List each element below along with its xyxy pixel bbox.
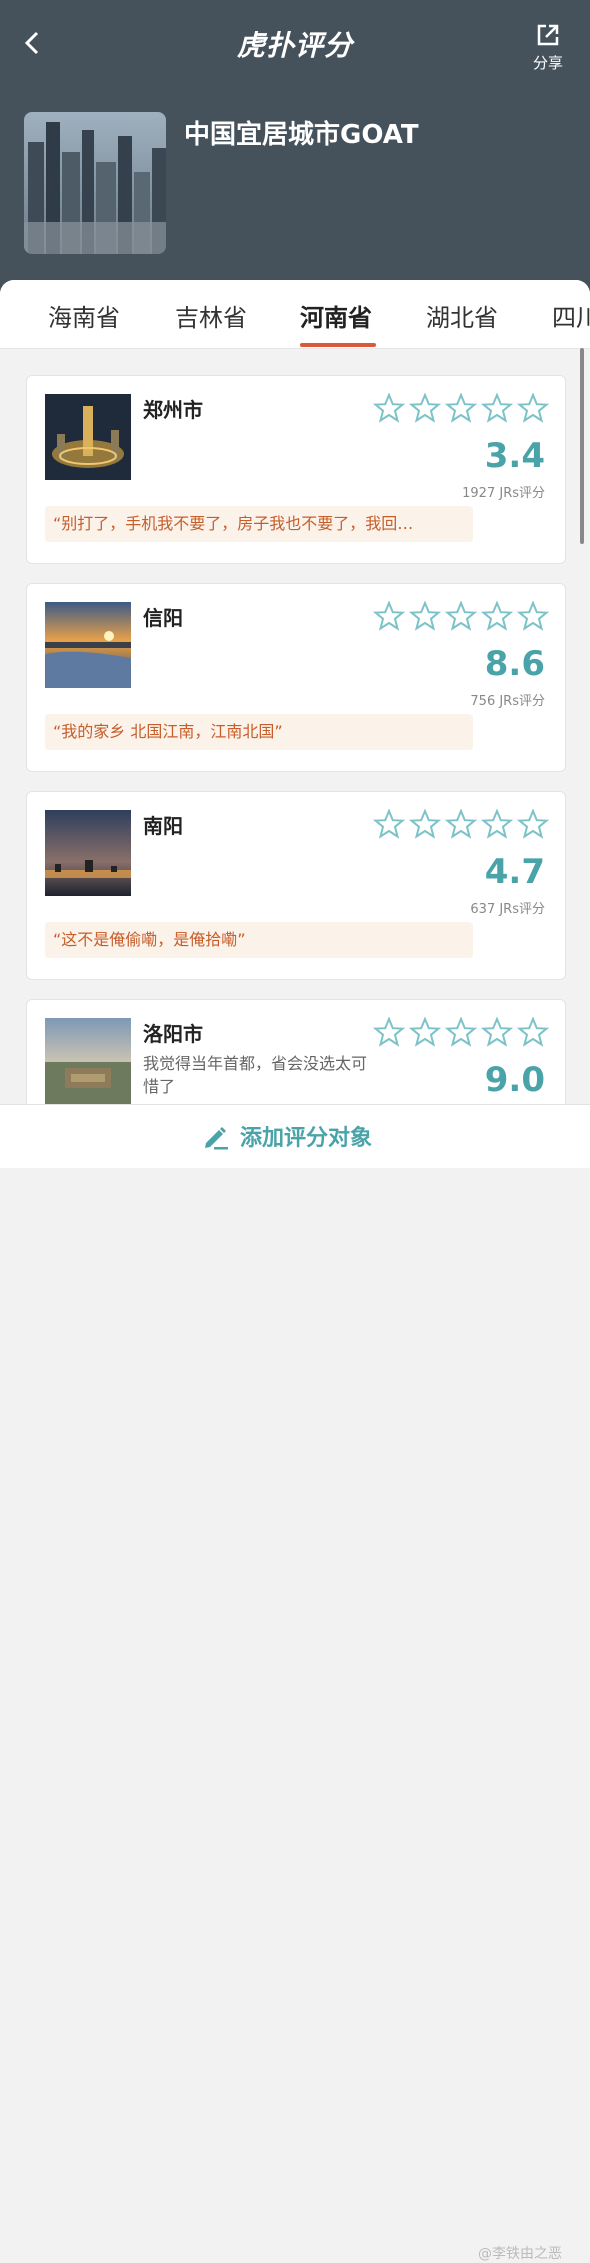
tab-henan[interactable]: 河南省: [300, 298, 372, 333]
star-outline-icon[interactable]: [517, 808, 549, 840]
star-outline-icon[interactable]: [481, 600, 513, 632]
average-score: 8.6: [484, 644, 545, 684]
star-outline-icon[interactable]: [445, 392, 477, 424]
active-tab-indicator: [300, 343, 376, 347]
tab-hubei[interactable]: 湖北省: [426, 298, 498, 333]
cover-image-city-skyline: [24, 112, 166, 254]
star-rating[interactable]: [373, 600, 549, 632]
content-panel: 海南省 吉林省 河南省 湖北省 四川 郑州市 3.4 1927: [0, 280, 590, 1167]
star-outline-icon[interactable]: [373, 1016, 405, 1048]
rating-count: 1927 JRs评分: [462, 486, 545, 501]
star-rating[interactable]: [373, 392, 549, 424]
city-description: 我觉得当年首都，省会没选太可惜了: [143, 1054, 368, 1096]
rating-card-xinyang[interactable]: 信阳 8.6 756 JRs评分 “我的家乡 北国江南，江南北国”: [26, 583, 566, 772]
bottom-action-bar: 添加评分对象 @李铁由之恶: [0, 1104, 590, 2262]
city-name: 南阳: [143, 814, 183, 838]
star-outline-icon[interactable]: [445, 808, 477, 840]
star-outline-icon[interactable]: [445, 600, 477, 632]
average-score: 9.0: [484, 1060, 545, 1100]
star-outline-icon[interactable]: [517, 600, 549, 632]
average-score: 4.7: [484, 852, 545, 892]
city-name: 洛阳市: [143, 1022, 203, 1046]
rating-count: 637 JRs评分: [470, 902, 545, 917]
share-external-icon: [537, 24, 559, 46]
tab-jilin[interactable]: 吉林省: [175, 298, 247, 333]
add-rating-label: 添加评分对象: [240, 1126, 373, 1151]
rating-count: 756 JRs评分: [470, 694, 545, 709]
top-comment[interactable]: “我的家乡 北国江南，江南北国”: [45, 714, 473, 750]
star-outline-icon[interactable]: [409, 392, 441, 424]
star-outline-icon[interactable]: [409, 1016, 441, 1048]
rating-card-zhengzhou[interactable]: 郑州市 3.4 1927 JRs评分 “别打了，手机我不要了，房子我也不要了，我…: [26, 375, 566, 564]
star-rating[interactable]: [373, 808, 549, 840]
star-outline-icon[interactable]: [373, 808, 405, 840]
tab-hainan[interactable]: 海南省: [48, 298, 120, 333]
add-rating-object-button[interactable]: 添加评分对象: [200, 1119, 372, 1153]
star-outline-icon[interactable]: [373, 600, 405, 632]
star-outline-icon[interactable]: [409, 808, 441, 840]
star-outline-icon[interactable]: [445, 1016, 477, 1048]
star-outline-icon[interactable]: [409, 600, 441, 632]
average-score: 3.4: [484, 436, 545, 476]
star-outline-icon[interactable]: [517, 1016, 549, 1048]
app-logo: 虎扑评分: [236, 29, 353, 62]
chevron-left-icon[interactable]: [22, 28, 52, 62]
share-button[interactable]: 分享: [524, 22, 572, 73]
star-outline-icon[interactable]: [517, 392, 549, 424]
rating-card-nanyang[interactable]: 南阳 4.7 637 JRs评分 “这不是俺偷嘞，是俺拾嘞”: [26, 791, 566, 980]
city-name: 信阳: [143, 606, 183, 630]
city-thumbnail: [45, 602, 131, 688]
province-tabs: 海南省 吉林省 河南省 湖北省 四川: [0, 280, 590, 349]
tab-sichuan[interactable]: 四川: [552, 298, 590, 333]
header: 虎扑评分 分享 中国宜居城市GOAT: [0, 0, 590, 300]
star-outline-icon[interactable]: [481, 808, 513, 840]
watermark: @李铁由之恶: [478, 2246, 562, 2262]
city-name: 郑州市: [143, 398, 203, 422]
pen-icon: [205, 1127, 228, 1150]
city-thumbnail: [45, 810, 131, 896]
top-comment[interactable]: “这不是俺偷嘞，是俺拾嘞”: [45, 922, 473, 958]
star-rating[interactable]: [373, 1016, 549, 1048]
star-outline-icon[interactable]: [481, 1016, 513, 1048]
city-thumbnail: [45, 394, 131, 480]
star-outline-icon[interactable]: [373, 392, 405, 424]
city-thumbnail: [45, 1018, 131, 1104]
page-title: 中国宜居城市GOAT: [184, 120, 419, 150]
top-comment[interactable]: “别打了，手机我不要了，房子我也不要了，我回…: [45, 506, 473, 542]
star-outline-icon[interactable]: [481, 392, 513, 424]
share-label: 分享: [532, 54, 563, 72]
scrollbar[interactable]: [580, 348, 584, 544]
